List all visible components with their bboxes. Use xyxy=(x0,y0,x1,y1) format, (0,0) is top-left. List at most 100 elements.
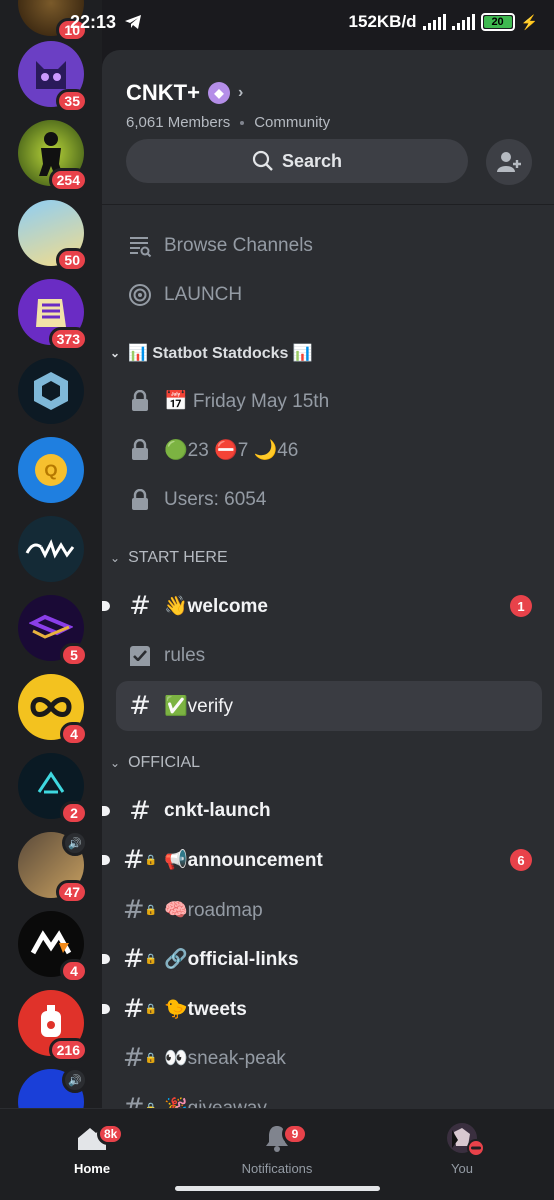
add-user-icon xyxy=(497,152,521,172)
mention-badge: 6 xyxy=(510,849,532,871)
server-badge: 254 xyxy=(48,168,88,192)
channel-verify[interactable]: # ✅verify xyxy=(116,681,542,731)
channel-label: LAUNCH xyxy=(164,284,243,305)
chain-icon xyxy=(29,614,73,639)
chevron-right-icon: › xyxy=(237,84,244,101)
category-label: OFFICIAL xyxy=(128,754,201,771)
server-badge: 4 xyxy=(60,959,88,983)
locked-hash-icon: # 🔒 xyxy=(122,994,158,1024)
channel-label: 🔗official-links xyxy=(164,949,299,970)
dnd-status-icon xyxy=(467,1139,485,1157)
channel-label: 🟢23 ⛔7 🌙46 xyxy=(164,440,299,461)
tab-label: Home xyxy=(73,1161,111,1176)
unread-indicator xyxy=(102,954,110,964)
channel-tweets[interactable]: # 🔒 🐤tweets xyxy=(102,986,542,1032)
category-start-here[interactable]: ⌄ START HERE xyxy=(110,549,228,567)
speaker-icon: 🔊 xyxy=(62,830,88,856)
channel-label: 📅 Friday May 15th xyxy=(164,391,330,412)
chevron-down-icon: ⌄ xyxy=(110,551,121,565)
channel-status[interactable]: 🟢23 ⛔7 🌙46 xyxy=(116,427,542,473)
charging-icon: ⚡ xyxy=(520,13,538,30)
channel-label: 🐤tweets xyxy=(164,999,247,1020)
hash-icon: # xyxy=(129,796,151,826)
channel-rules[interactable]: rules xyxy=(116,633,542,679)
server-icon-anime[interactable]: 50 xyxy=(18,200,88,272)
category-label: 📊 Statbot Statdocks 📊 xyxy=(128,345,313,362)
locked-hash-icon: # 🔒 xyxy=(122,1043,158,1073)
status-bar: 22:13 152KB/d 20 ⚡ xyxy=(0,0,554,44)
network-speed: 152KB/d xyxy=(348,12,417,31)
channel-label: 👀sneak-peak xyxy=(164,1048,286,1069)
channel-label: 🧠roadmap xyxy=(164,900,263,921)
search-button[interactable]: Search xyxy=(126,139,468,183)
category-official[interactable]: ⌄ OFFICIAL xyxy=(110,754,200,772)
channel-official-links[interactable]: # 🔒 🔗official-links xyxy=(102,936,542,982)
unread-indicator xyxy=(102,806,110,816)
server-icon-clutch[interactable] xyxy=(18,516,84,582)
unread-indicator xyxy=(102,855,110,865)
home-indicator xyxy=(175,1186,380,1191)
channel-welcome[interactable]: # 👋welcome 1 xyxy=(102,583,542,629)
tab-label: You xyxy=(451,1161,473,1176)
server-badge: 35 xyxy=(56,89,88,113)
stage-icon xyxy=(128,283,152,307)
server-icon-coin[interactable]: Q xyxy=(18,437,84,503)
tab-notifications[interactable]: 9 Notifications xyxy=(217,1121,337,1176)
channel-roadmap[interactable]: # 🔒 🧠roadmap xyxy=(116,887,542,933)
channel-announcement[interactable]: # 🔒 📢announcement 6 xyxy=(102,837,542,883)
mention-badge: 1 xyxy=(510,595,532,617)
tab-home[interactable]: 8k Home xyxy=(32,1121,152,1176)
pharaoh-icon xyxy=(36,299,66,327)
channel-giveaway[interactable]: #🔒 🎉giveaway xyxy=(116,1085,542,1108)
channel-date[interactable]: 📅 Friday May 15th xyxy=(116,378,542,424)
infinity-icon xyxy=(30,697,72,717)
locked-hash-icon: # 🔒 xyxy=(122,845,158,875)
category-statbot[interactable]: ⌄ 📊 Statbot Statdocks 📊 xyxy=(110,343,313,363)
server-icon-red[interactable]: 216 xyxy=(18,990,88,1062)
svg-text:Q: Q xyxy=(44,461,57,480)
invite-button[interactable] xyxy=(486,139,532,185)
locked-hash-icon: # 🔒 xyxy=(122,1093,158,1108)
alyx-logo-icon xyxy=(37,771,65,794)
category-label: START HERE xyxy=(128,549,228,566)
hexagon-icon xyxy=(34,372,68,410)
notifications-badge: 9 xyxy=(282,1123,308,1145)
lock-icon xyxy=(128,389,152,413)
home-badge: 8k xyxy=(97,1123,125,1145)
channel-users[interactable]: Users: 6054 xyxy=(116,477,542,523)
channel-label: 👋welcome xyxy=(164,596,268,617)
channel-label: 📢announcement xyxy=(164,850,323,871)
tab-you[interactable]: You xyxy=(402,1121,522,1176)
separator-dot xyxy=(240,120,245,125)
m-logo-icon xyxy=(30,930,72,955)
telegram-icon xyxy=(125,15,142,29)
server-badge: 2 xyxy=(60,801,88,825)
server-header[interactable]: CNKT+ ◆ › 6,061 Members Community xyxy=(126,80,330,131)
browse-icon xyxy=(128,234,152,258)
server-icon-cat[interactable]: 35 xyxy=(18,41,88,113)
signal-icon xyxy=(422,14,446,30)
server-name: CNKT+ xyxy=(126,80,200,105)
server-icon-m[interactable]: 4 xyxy=(18,911,88,983)
server-icon-flame[interactable]: 🔊 xyxy=(18,1067,88,1108)
boost-icon: ◆ xyxy=(207,82,230,104)
channel-sneak-peak[interactable]: # 🔒 👀sneak-peak xyxy=(116,1035,542,1081)
coin-icon: Q xyxy=(35,454,67,486)
server-icon-infinity[interactable]: 4 xyxy=(18,674,88,746)
server-icon-photo[interactable]: 🔊 47 xyxy=(18,830,88,904)
battery-icon: 20 xyxy=(480,13,515,31)
server-icon-pharaoh[interactable]: 373 xyxy=(18,279,88,351)
channel-cnkt-launch[interactable]: # cnkt-launch xyxy=(102,788,542,834)
speaker-icon: 🔊 xyxy=(62,1067,88,1093)
browse-channels[interactable]: Browse Channels xyxy=(116,223,542,269)
server-icon-purple[interactable]: 5 xyxy=(18,595,88,667)
status-time: 22:13 xyxy=(70,11,117,32)
channel-launch[interactable]: LAUNCH xyxy=(116,272,542,318)
hash-icon: # xyxy=(129,691,151,721)
hash-icon: # xyxy=(129,591,151,621)
server-badge: 373 xyxy=(48,327,88,351)
server-icon-bigfoot[interactable]: 254 xyxy=(18,120,88,192)
bottle-icon xyxy=(41,1005,61,1037)
server-icon-hex[interactable] xyxy=(18,358,84,424)
server-icon-alyx[interactable]: 2 xyxy=(18,753,88,825)
